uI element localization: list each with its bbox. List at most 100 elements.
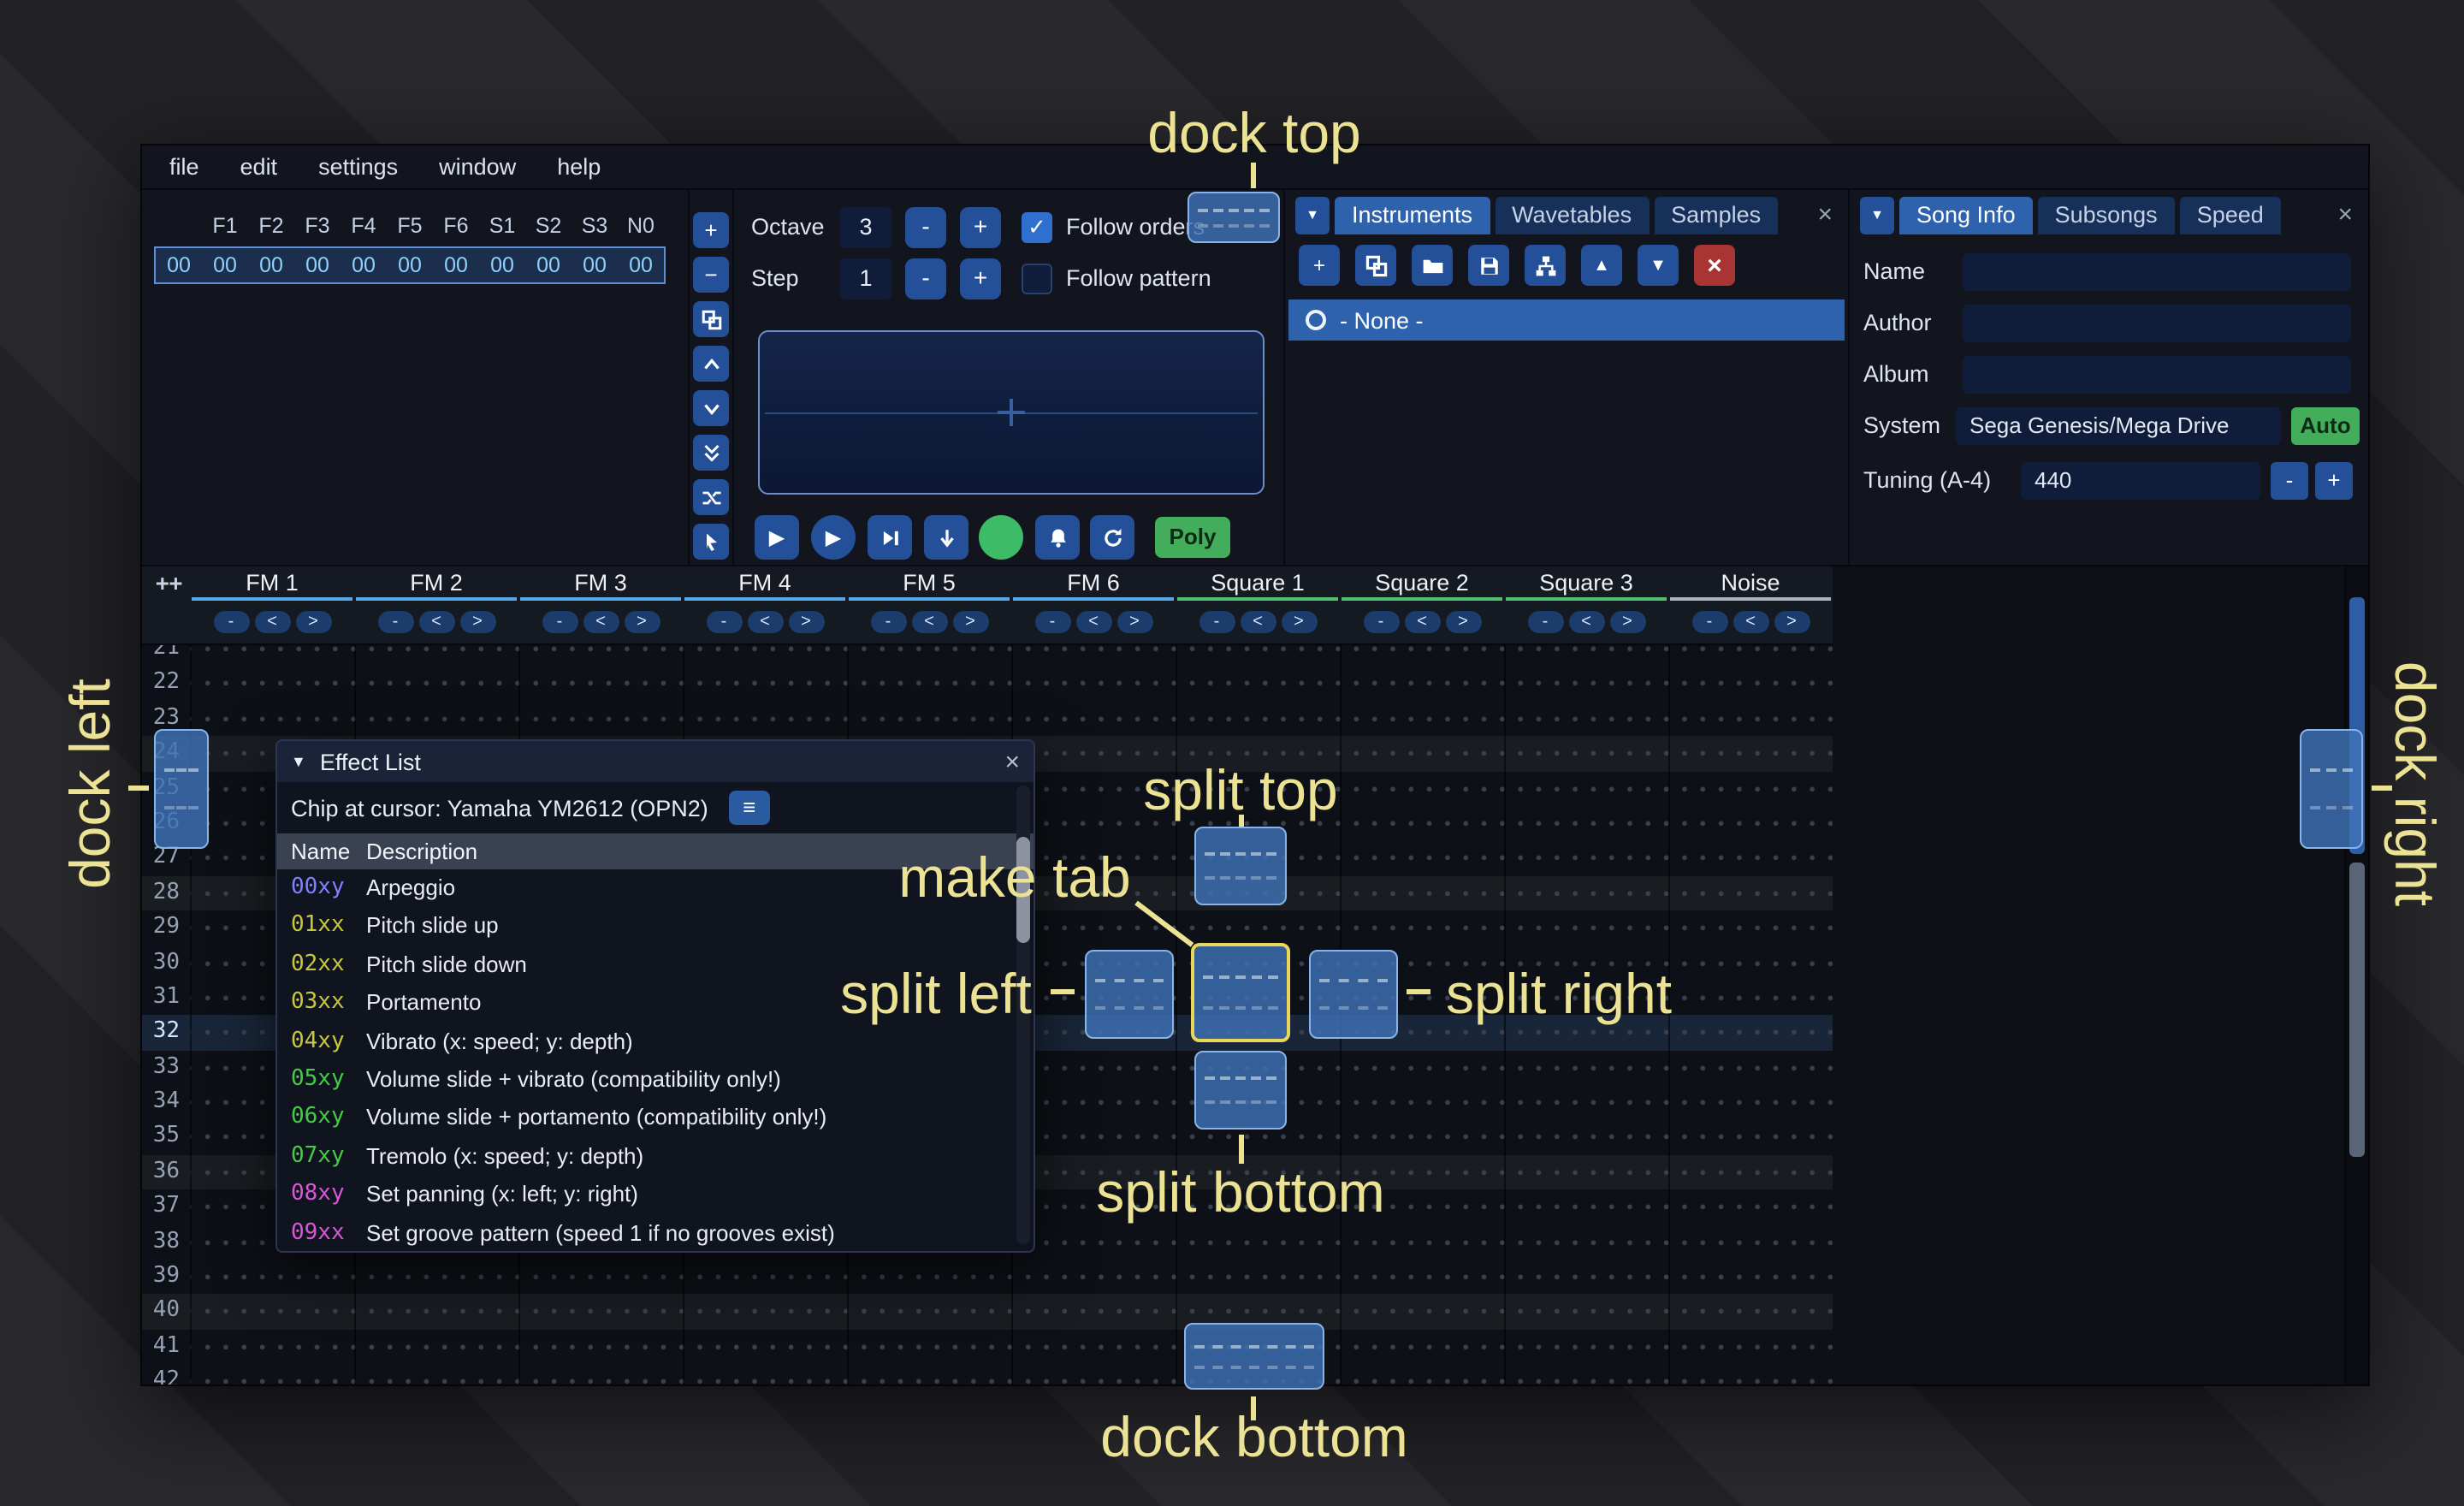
add-instrument-button[interactable]: + bbox=[1299, 245, 1340, 286]
remove-order-button[interactable]: − bbox=[693, 257, 729, 293]
step-decrease-button[interactable]: - bbox=[905, 258, 946, 299]
channel-minimize-button[interactable]: - bbox=[1034, 610, 1070, 632]
channel-header-square2[interactable]: Square 2-<> bbox=[1340, 566, 1504, 642]
pattern-cells[interactable] bbox=[190, 1295, 1833, 1330]
split-right-zone[interactable] bbox=[1309, 950, 1398, 1039]
channel-shrink-button[interactable]: < bbox=[583, 610, 619, 632]
metronome-button[interactable] bbox=[1035, 515, 1080, 560]
channel-expand-button[interactable]: > bbox=[1281, 610, 1317, 632]
move-instrument-up-button[interactable]: ▲ bbox=[1581, 245, 1622, 286]
album-field[interactable] bbox=[1963, 356, 2351, 394]
save-instrument-button[interactable] bbox=[1468, 245, 1509, 286]
shuffle-orders-button[interactable] bbox=[693, 479, 729, 515]
duplicate-order-button[interactable] bbox=[693, 301, 729, 337]
instrument-item-none[interactable]: - None - bbox=[1288, 299, 1845, 341]
order-cell[interactable]: 00 bbox=[202, 248, 248, 282]
channel-header-fm5[interactable]: FM 5-<> bbox=[847, 566, 1011, 642]
order-cell[interactable]: 00 bbox=[479, 248, 525, 282]
collapse-icon[interactable]: ▼ bbox=[291, 753, 306, 770]
pattern-scrollbar[interactable] bbox=[2344, 566, 2368, 1384]
pattern-row[interactable]: 22 bbox=[142, 667, 1833, 702]
menu-settings[interactable]: settings bbox=[298, 145, 418, 189]
channel-header-fm4[interactable]: FM 4-<> bbox=[683, 566, 847, 642]
close-panel-button[interactable]: × bbox=[2332, 197, 2358, 234]
pattern-cells[interactable] bbox=[190, 667, 1833, 702]
song-dropdown-button[interactable]: ▼ bbox=[1860, 197, 1894, 234]
menu-window[interactable]: window bbox=[418, 145, 536, 189]
channel-shrink-button[interactable]: < bbox=[1075, 610, 1111, 632]
auto-system-button[interactable]: Auto bbox=[2291, 407, 2360, 445]
follow-orders-checkbox[interactable]: ✓ bbox=[1022, 212, 1052, 243]
pattern-cells[interactable] bbox=[190, 702, 1833, 737]
channel-minimize-button[interactable]: - bbox=[213, 610, 249, 632]
channel-shrink-button[interactable]: < bbox=[418, 610, 454, 632]
dock-right-zone[interactable] bbox=[2300, 729, 2363, 849]
effect-menu-button[interactable]: ≡ bbox=[729, 791, 770, 825]
octave-decrease-button[interactable]: - bbox=[905, 207, 946, 248]
repeat-pattern-button[interactable] bbox=[1090, 515, 1134, 560]
pattern-row[interactable]: 41 bbox=[142, 1330, 1833, 1365]
pattern-cells[interactable] bbox=[190, 1330, 1833, 1365]
channel-expand-button[interactable]: > bbox=[459, 610, 495, 632]
pattern-cells[interactable] bbox=[190, 1260, 1833, 1295]
channel-minimize-button[interactable]: - bbox=[377, 610, 413, 632]
channel-shrink-button[interactable]: < bbox=[1568, 610, 1604, 632]
close-panel-button[interactable]: × bbox=[1812, 197, 1838, 234]
instruments-dropdown-button[interactable]: ▼ bbox=[1295, 197, 1330, 234]
make-tab-zone[interactable] bbox=[1191, 943, 1290, 1042]
split-left-zone[interactable] bbox=[1085, 950, 1174, 1039]
play-from-cursor-button[interactable] bbox=[868, 515, 912, 560]
channel-expand-button[interactable]: > bbox=[1445, 610, 1481, 632]
octave-increase-button[interactable]: + bbox=[960, 207, 1001, 248]
split-bottom-zone[interactable] bbox=[1194, 1051, 1287, 1130]
follow-pattern-checkbox[interactable] bbox=[1022, 264, 1052, 294]
play-button[interactable]: ▶ bbox=[755, 515, 799, 560]
channel-minimize-button[interactable]: - bbox=[870, 610, 906, 632]
tab-subsongs[interactable]: Subsongs bbox=[2038, 197, 2175, 234]
pattern-row[interactable]: 39 bbox=[142, 1260, 1833, 1295]
channel-shrink-button[interactable]: < bbox=[1732, 610, 1768, 632]
open-instrument-button[interactable] bbox=[1412, 245, 1453, 286]
effect-list-titlebar[interactable]: ▼ Effect List × bbox=[277, 741, 1034, 782]
step-increase-button[interactable]: + bbox=[960, 258, 1001, 299]
order-cell[interactable]: 00 bbox=[387, 248, 433, 282]
menu-file[interactable]: file bbox=[149, 145, 220, 189]
pattern-cells[interactable] bbox=[190, 645, 1833, 667]
channel-expand-button[interactable]: > bbox=[1609, 610, 1645, 632]
pattern-cells[interactable] bbox=[190, 1364, 1833, 1384]
move-order-up-button[interactable] bbox=[693, 346, 729, 382]
channel-minimize-button[interactable]: - bbox=[1199, 610, 1235, 632]
tab-speed[interactable]: Speed bbox=[2180, 197, 2281, 234]
order-cell[interactable]: 00 bbox=[618, 248, 664, 282]
orders-selected-row[interactable]: 00 00 00 00 00 00 00 00 00 00 00 bbox=[156, 248, 664, 282]
tuning-increase-button[interactable]: + bbox=[2315, 462, 2353, 500]
channel-shrink-button[interactable]: < bbox=[254, 610, 290, 632]
octave-value[interactable]: 3 bbox=[840, 207, 891, 248]
order-cell[interactable]: 00 bbox=[294, 248, 341, 282]
menu-edit[interactable]: edit bbox=[220, 145, 299, 189]
tab-instruments[interactable]: Instruments bbox=[1335, 197, 1490, 234]
order-cell[interactable]: 00 bbox=[433, 248, 479, 282]
channel-minimize-button[interactable]: - bbox=[542, 610, 578, 632]
move-order-down-button[interactable] bbox=[693, 390, 729, 426]
channel-expand-button[interactable]: > bbox=[952, 610, 988, 632]
pattern-row[interactable]: 40 bbox=[142, 1295, 1833, 1330]
pattern-row[interactable]: 23 bbox=[142, 702, 1833, 737]
channel-expand-button[interactable]: > bbox=[1774, 610, 1810, 632]
scrollbar-thumb[interactable] bbox=[2349, 863, 2365, 1157]
channel-minimize-button[interactable]: - bbox=[1691, 610, 1727, 632]
close-window-button[interactable]: × bbox=[1004, 747, 1020, 776]
step-one-row-button[interactable] bbox=[924, 515, 968, 560]
channel-shrink-button[interactable]: < bbox=[1404, 610, 1440, 632]
tuning-decrease-button[interactable]: - bbox=[2271, 462, 2308, 500]
channel-shrink-button[interactable]: < bbox=[1240, 610, 1276, 632]
order-cell[interactable]: 00 bbox=[572, 248, 618, 282]
add-order-button[interactable]: + bbox=[693, 212, 729, 248]
order-cell[interactable]: 00 bbox=[525, 248, 572, 282]
channel-header-fm6[interactable]: FM 6-<> bbox=[1011, 566, 1176, 642]
add-channel-button[interactable]: ++ bbox=[156, 572, 182, 597]
order-cell[interactable]: 00 bbox=[341, 248, 387, 282]
tuning-field[interactable]: 440 bbox=[2021, 462, 2260, 500]
channel-shrink-button[interactable]: < bbox=[747, 610, 783, 632]
channel-header-square3[interactable]: Square 3-<> bbox=[1504, 566, 1668, 642]
